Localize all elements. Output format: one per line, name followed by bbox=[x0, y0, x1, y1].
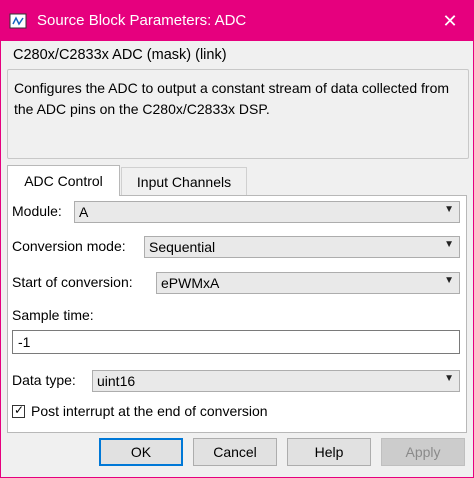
description-group: Configures the ADC to output a constant … bbox=[7, 69, 469, 159]
dialog-content: C280x/C2833x ADC (mask) (link) Configure… bbox=[1, 41, 473, 477]
data-type-label: Data type: bbox=[12, 372, 76, 388]
post-interrupt-label: Post interrupt at the end of conversion bbox=[31, 403, 268, 419]
apply-button[interactable]: Apply bbox=[381, 438, 465, 466]
tab-input-channels[interactable]: Input Channels bbox=[121, 167, 247, 195]
close-icon: ✕ bbox=[442, 10, 458, 31]
simulink-block-icon bbox=[9, 13, 27, 29]
tab-adc-control[interactable]: ADC Control bbox=[7, 165, 120, 196]
chevron-down-icon: ▼ bbox=[444, 204, 454, 215]
conversion-mode-select[interactable]: Sequential ▼ bbox=[144, 236, 460, 258]
cancel-button[interactable]: Cancel bbox=[193, 438, 277, 466]
sample-time-value: -1 bbox=[18, 334, 31, 350]
module-value: A bbox=[79, 204, 89, 220]
block-header: C280x/C2833x ADC (mask) (link) bbox=[13, 47, 227, 63]
conversion-mode-value: Sequential bbox=[149, 239, 216, 255]
block-description: Configures the ADC to output a constant … bbox=[14, 80, 450, 117]
dialog-window: Source Block Parameters: ADC ✕ C280x/C28… bbox=[0, 0, 474, 478]
chevron-down-icon: ▼ bbox=[444, 239, 454, 250]
window-title: Source Block Parameters: ADC bbox=[37, 12, 247, 29]
start-of-conversion-value: ePWMxA bbox=[161, 275, 220, 291]
checkmark-icon: ✓ bbox=[14, 403, 25, 417]
data-type-select[interactable]: uint16 ▼ bbox=[92, 370, 460, 392]
start-of-conversion-select[interactable]: ePWMxA ▼ bbox=[156, 272, 460, 294]
close-button[interactable]: ✕ bbox=[427, 1, 473, 41]
help-button[interactable]: Help bbox=[287, 438, 371, 466]
module-select[interactable]: A ▼ bbox=[74, 201, 460, 223]
sample-time-label: Sample time: bbox=[12, 307, 94, 323]
module-label: Module: bbox=[12, 203, 62, 219]
data-type-value: uint16 bbox=[97, 373, 136, 389]
adc-control-panel: Module: A ▼ Conversion mode: Sequential … bbox=[7, 195, 467, 433]
conversion-mode-label: Conversion mode: bbox=[12, 238, 126, 254]
chevron-down-icon: ▼ bbox=[444, 275, 454, 286]
sample-time-input[interactable]: -1 bbox=[12, 330, 460, 354]
title-bar: Source Block Parameters: ADC ✕ bbox=[1, 1, 473, 41]
chevron-down-icon: ▼ bbox=[444, 373, 454, 384]
start-of-conversion-label: Start of conversion: bbox=[12, 274, 133, 290]
post-interrupt-checkbox[interactable]: ✓ bbox=[12, 403, 25, 418]
ok-button[interactable]: OK bbox=[99, 438, 183, 466]
